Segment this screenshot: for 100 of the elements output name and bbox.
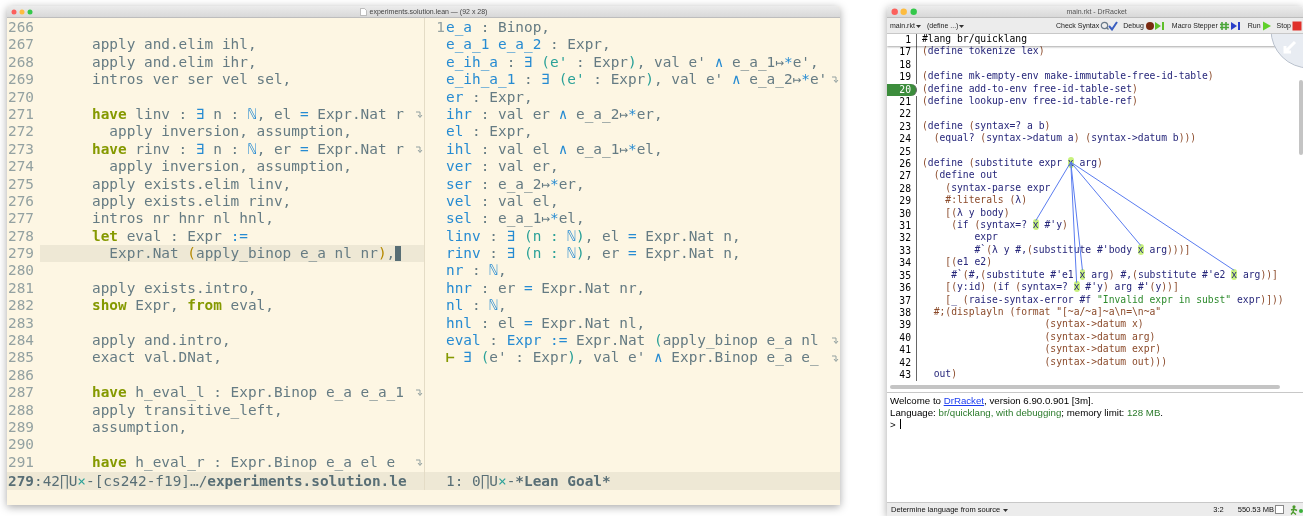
line-number: 287 bbox=[7, 384, 35, 402]
code-line: have h_eval_l : Expr.Binop e_a e_a_1 bbox=[90, 384, 404, 402]
line-number: 289 bbox=[7, 419, 35, 437]
line-number: 28 bbox=[887, 182, 917, 196]
code-line: hnl : el = Expr.Nat nl, bbox=[446, 314, 646, 333]
memory-box bbox=[1275, 505, 1284, 514]
line-number: 273 bbox=[7, 140, 35, 159]
code-line: apply exists.intro, bbox=[90, 279, 257, 298]
line-number: 24 bbox=[887, 133, 917, 146]
line-number: 290 bbox=[7, 436, 35, 454]
line-number: 274 bbox=[7, 158, 35, 176]
line-number: 37 bbox=[887, 294, 917, 307]
line-number: 34 bbox=[887, 257, 917, 270]
code-line: nr : ℕ, bbox=[446, 262, 507, 280]
code-line: e_ih_a_1 : ∃ (e' : Expr), val e' ∧ e_a_2↦*e' bbox=[446, 71, 828, 89]
line-number: 23 bbox=[887, 120, 917, 134]
code-line: apply inversion, assumption, bbox=[108, 123, 352, 141]
running-figure-icon bbox=[1289, 504, 1303, 515]
code-line: apply and.intro, bbox=[90, 332, 231, 350]
caret-icon bbox=[959, 23, 965, 28]
line-number: 39 bbox=[887, 319, 917, 332]
line-number: 275 bbox=[7, 175, 35, 193]
document-icon bbox=[359, 7, 367, 16]
code-line: ser : e_a_2↦*er, bbox=[446, 175, 585, 193]
line-number-badge: 20 bbox=[887, 83, 917, 96]
line-number: 21 bbox=[887, 96, 917, 109]
line-number: 29 bbox=[887, 195, 917, 208]
line-number: 33 bbox=[887, 244, 917, 258]
line-number: 22 bbox=[887, 108, 917, 121]
code-line: (define out bbox=[932, 170, 998, 181]
code-line: eval : Expr := Expr.Nat (apply_binop e_a nl bbox=[446, 332, 819, 350]
line-number: 42 bbox=[887, 356, 917, 369]
line-number: 26 bbox=[887, 158, 917, 171]
line-number: 18 bbox=[887, 58, 917, 72]
line-number: 278 bbox=[7, 227, 35, 246]
code-line: (syntax->datum out))) bbox=[1043, 356, 1167, 367]
code-line: apply exists.elim linv, bbox=[90, 175, 292, 193]
code-line: [(y:id) (if (syntax=? x #'y) arg #'(y))] bbox=[944, 282, 1179, 293]
line-number: 41 bbox=[887, 344, 917, 357]
code-line: out) bbox=[932, 368, 957, 380]
line-number: 30 bbox=[887, 207, 917, 221]
code-line: ihr : val er ∧ e_a_2↦*er, bbox=[446, 105, 663, 124]
line-number: 288 bbox=[7, 401, 35, 419]
code-line: #`(#,(substitute #'e1 x arg) #,(substitute #'e2 x arg))] bbox=[950, 269, 1278, 281]
line-number: 19 bbox=[887, 71, 917, 84]
code-line: (define (syntax=? a b) bbox=[921, 120, 1051, 132]
line-number: 272 bbox=[7, 123, 35, 141]
line-number: 276 bbox=[7, 192, 35, 211]
code-line: el : Expr, bbox=[446, 123, 533, 141]
code-line: #`(λ y #,(substitute #'body x arg)))] bbox=[973, 244, 1191, 256]
code-line: hnr : er = Expr.Nat nr, bbox=[446, 279, 646, 298]
line-number: 17 bbox=[887, 46, 917, 59]
caret-icon bbox=[1003, 507, 1009, 512]
line-number: 40 bbox=[887, 331, 917, 345]
line-number: 27 bbox=[887, 170, 917, 183]
code-line: apply inversion, assumption, bbox=[108, 158, 352, 176]
code-line: apply transitive_left, bbox=[90, 401, 283, 419]
code-line: show Expr, from eval, bbox=[90, 297, 274, 315]
prompt: > bbox=[890, 418, 896, 430]
line-number: 35 bbox=[887, 269, 917, 283]
code-line: let eval : Expr := bbox=[90, 227, 248, 246]
code-line: linv : ∃ (n : ℕ), el = Expr.Nat n, bbox=[446, 227, 741, 246]
code-line: assumption, bbox=[90, 419, 188, 437]
code-line: #lang br/quicklang bbox=[921, 34, 1027, 45]
code-line: (define mk-empty-env make-immutable-free-id-table) bbox=[921, 71, 1214, 82]
code-line: apply and.elim ihl, bbox=[90, 36, 257, 54]
code-line: (define lookup-env free-id-table-ref) bbox=[921, 96, 1138, 107]
repl-output-line: Welcome to DrRacket, version 6.90.0.901 [3m]. bbox=[890, 395, 1095, 407]
bug-play-icon bbox=[1144, 20, 1167, 31]
code-line: (define add-to-env free-id-table-set) bbox=[921, 83, 1138, 94]
code-line: expr bbox=[973, 232, 998, 243]
text-cursor bbox=[395, 246, 402, 262]
line-number: 283 bbox=[7, 314, 35, 333]
code-line: ver : val er, bbox=[446, 158, 559, 176]
line-number: 1 bbox=[887, 34, 917, 47]
line-number: 1 bbox=[435, 19, 446, 37]
code-line: #;(displayln (format "[~a/~a]~a\n=\n~a" bbox=[932, 306, 1162, 318]
line-number: 270 bbox=[7, 88, 35, 106]
repl-output-line: Language: br/quicklang, with debugging; memory limit: 128 MB. bbox=[890, 406, 1165, 418]
code-line: (equal? (syntax->datum a) (syntax->datum b))) bbox=[932, 133, 1197, 144]
line-number: 268 bbox=[7, 53, 35, 72]
code-line: nl : ℕ, bbox=[446, 297, 507, 315]
code-line: ⊢ ∃ (e' : Expr), val e' ∧ Expr.Binop e_a e_ bbox=[446, 349, 819, 367]
code-line: Expr.Nat (apply_binop e_a nl nr), bbox=[108, 245, 396, 263]
code-line: ihl : val el ∧ e_a_1↦*el, bbox=[446, 140, 663, 159]
line-number: 32 bbox=[887, 232, 917, 245]
line-number: 267 bbox=[7, 36, 35, 54]
code-line: e_a : Binop, bbox=[446, 19, 550, 37]
code-line: apply exists.elim rinv, bbox=[90, 192, 292, 211]
code-line: intros nr hnr nl hnl, bbox=[90, 210, 274, 228]
code-line: [(λ y body) bbox=[944, 207, 1010, 219]
line-number: 282 bbox=[7, 297, 35, 315]
code-line: exact val.DNat, bbox=[90, 349, 222, 367]
code-line: (syntax->datum expr) bbox=[1043, 344, 1162, 355]
line-number: 31 bbox=[887, 220, 917, 233]
code-line: intros ver ser vel sel, bbox=[90, 71, 292, 89]
line-number: 36 bbox=[887, 282, 917, 295]
line-number: 25 bbox=[887, 145, 917, 159]
line-number: 279 bbox=[7, 245, 35, 263]
line-number: 281 bbox=[7, 279, 35, 298]
